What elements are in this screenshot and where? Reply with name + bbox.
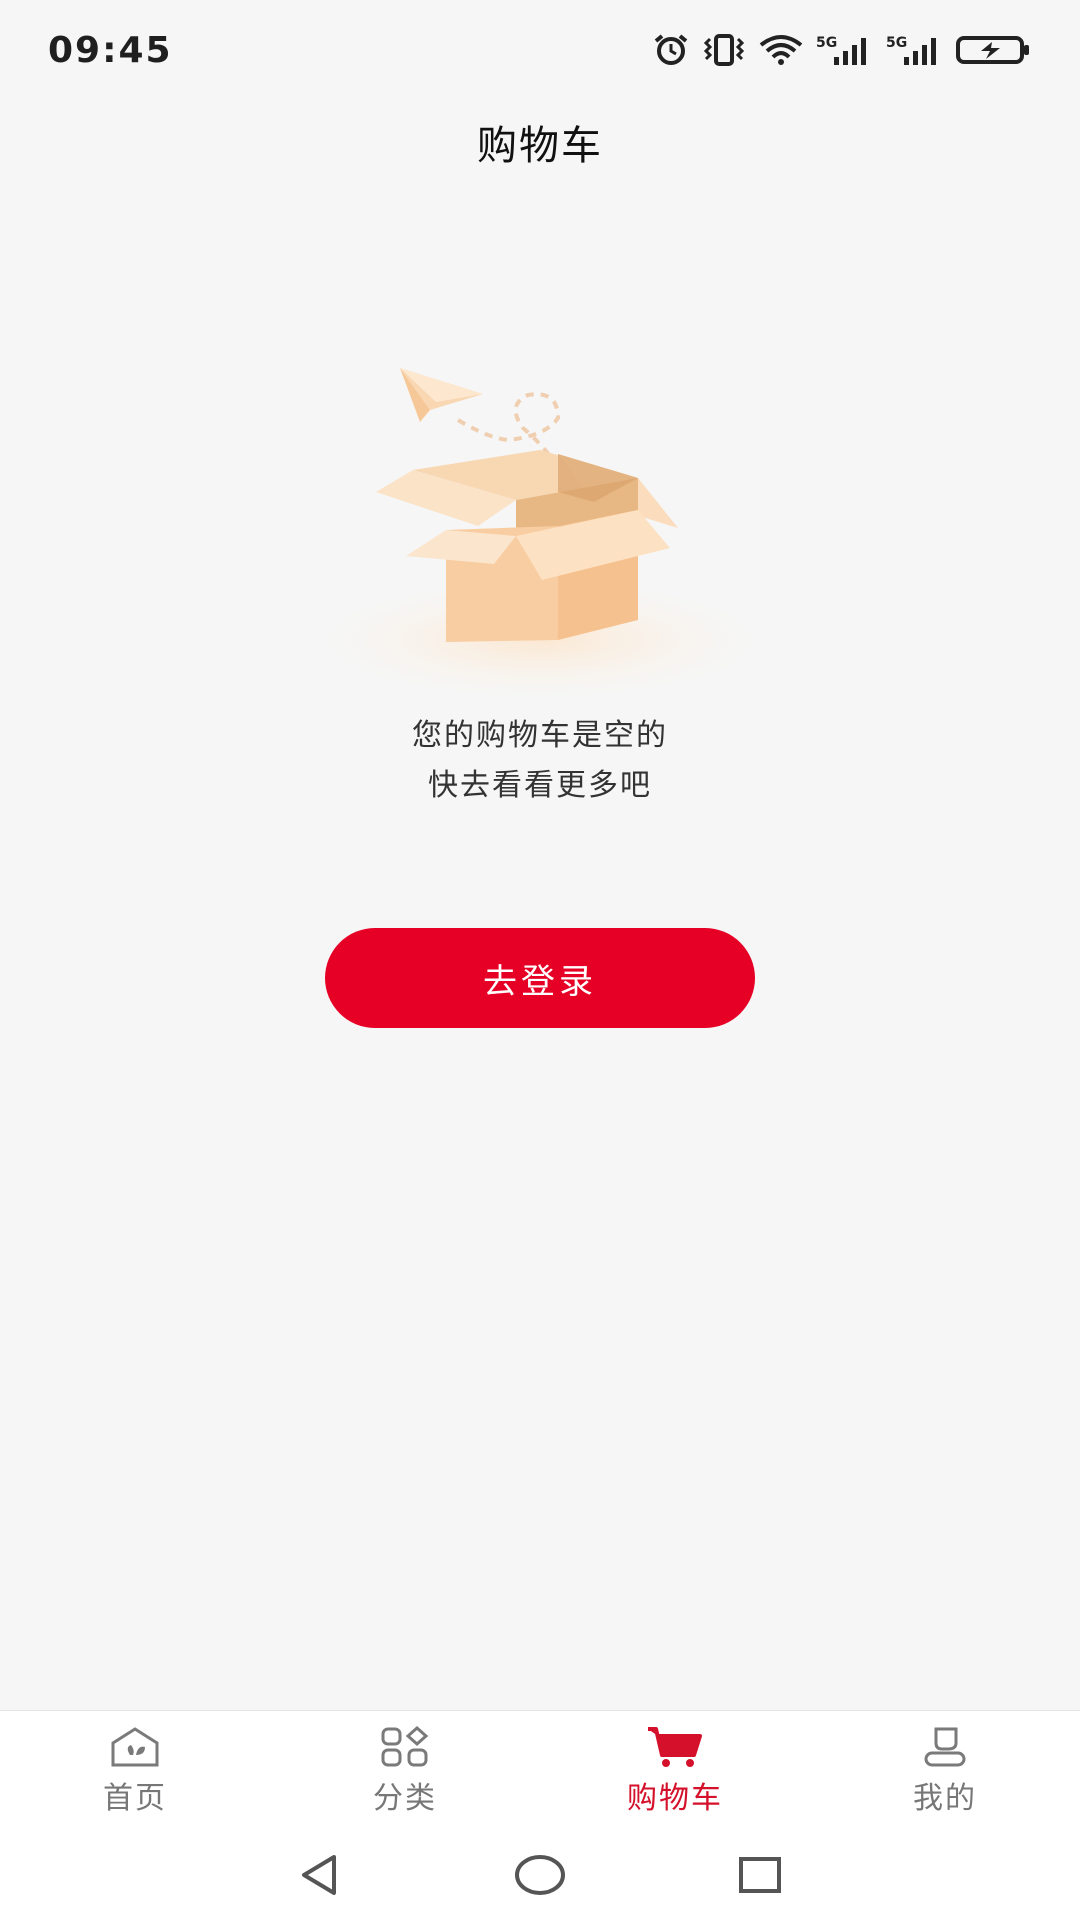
tab-cart[interactable]: 购物车 — [540, 1711, 810, 1830]
back-icon[interactable] — [296, 1853, 344, 1897]
page-title: 购物车 — [477, 123, 603, 169]
status-bar: 09:45 5G 5G — [0, 0, 1080, 100]
screen: 09:45 5G 5G 购物车 您的购物车是空的 快去看看更多吧 去登录 首页 … — [0, 0, 1080, 1920]
recents-icon[interactable] — [736, 1853, 784, 1897]
bottom-tab-bar: 首页 分类 购物车 我的 — [0, 1710, 1080, 1830]
header: 购物车 — [0, 100, 1080, 184]
home-icon — [108, 1725, 162, 1769]
svg-text:5G: 5G — [886, 35, 907, 51]
svg-text:5G: 5G — [816, 35, 837, 51]
empty-message-line1: 您的购物车是空的 — [412, 718, 668, 753]
alarm-icon — [652, 33, 690, 67]
tab-category-label: 分类 — [373, 1780, 437, 1816]
status-time: 09:45 — [48, 29, 173, 71]
battery-charging-icon — [956, 33, 1032, 67]
system-nav-bar — [0, 1830, 1080, 1920]
tab-category[interactable]: 分类 — [270, 1711, 540, 1830]
tab-profile-label: 我的 — [913, 1780, 977, 1816]
wifi-icon — [758, 33, 804, 67]
home-circle-icon[interactable] — [514, 1853, 566, 1897]
login-button[interactable]: 去登录 — [325, 928, 755, 1028]
tab-cart-label: 购物车 — [627, 1780, 723, 1816]
signal-5g-icon: 5G — [816, 33, 874, 67]
empty-cart-illustration — [318, 350, 762, 700]
profile-icon — [918, 1725, 972, 1769]
cart-icon — [646, 1725, 704, 1769]
tab-home-label: 首页 — [103, 1780, 167, 1816]
status-icons: 5G 5G — [652, 33, 1032, 67]
category-icon — [378, 1725, 432, 1769]
tab-home[interactable]: 首页 — [0, 1711, 270, 1830]
signal-5g-icon: 5G — [886, 33, 944, 67]
empty-message-line2: 快去看看更多吧 — [428, 768, 652, 803]
tab-profile[interactable]: 我的 — [810, 1711, 1080, 1830]
vibrate-icon — [702, 33, 746, 67]
